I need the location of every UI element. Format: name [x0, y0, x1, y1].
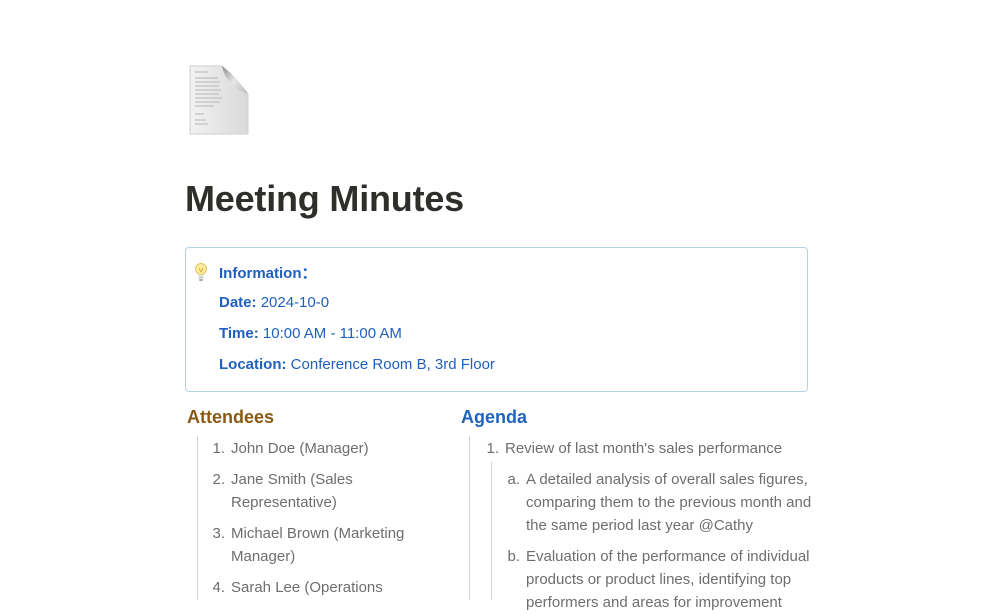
information-callout[interactable]: Information： Date: 2024-10-0 Time: 10:00… — [185, 247, 808, 392]
attendee-item[interactable]: Michael Brown (Marketing Manager) — [231, 522, 404, 568]
agenda-number: 1. — [486, 440, 499, 457]
agenda-divider — [469, 436, 470, 600]
agenda-subitem[interactable]: Evaluation of the performance of individ… — [526, 545, 810, 614]
callout-heading: Information： — [219, 265, 317, 282]
lightbulb-icon — [194, 262, 208, 284]
date-label: Date: — [219, 294, 257, 311]
attendee-number: 2. — [212, 471, 225, 488]
attendee-item[interactable]: John Doe (Manager) — [231, 437, 369, 460]
location-label: Location: — [219, 356, 287, 373]
document-page-icon[interactable] — [186, 64, 252, 138]
attendee-number: 1. — [212, 440, 225, 457]
agenda-subitem[interactable]: A detailed analysis of overall sales fig… — [526, 468, 811, 537]
attendee-number: 4. — [212, 579, 225, 596]
agenda-item[interactable]: Review of last month's sales performance — [505, 437, 782, 460]
callout-date: Date: 2024-10-0 — [219, 293, 329, 313]
attendees-heading[interactable]: Attendees — [187, 405, 274, 429]
callout-time: Time: 10:00 AM - 11:00 AM — [219, 324, 402, 344]
agenda-subitem-letter: b. — [507, 548, 520, 565]
attendee-item[interactable]: Sarah Lee (Operations — [231, 576, 383, 599]
agenda-sublist-divider — [491, 462, 492, 600]
agenda-heading[interactable]: Agenda — [461, 405, 527, 429]
time-value: 10:00 AM - 11:00 AM — [262, 325, 402, 342]
attendee-number: 3. — [212, 525, 225, 542]
time-label: Time: — [219, 325, 259, 342]
attendees-divider — [197, 436, 198, 600]
agenda-subitem-letter: a. — [507, 471, 520, 488]
location-value: Conference Room B, 3rd Floor — [290, 356, 495, 373]
date-value: 2024-10-0 — [260, 294, 330, 311]
callout-location: Location: Conference Room B, 3rd Floor — [219, 355, 495, 375]
attendee-item[interactable]: Jane Smith (Sales Representative) — [231, 468, 353, 514]
page-title[interactable]: Meeting Minutes — [185, 176, 464, 222]
